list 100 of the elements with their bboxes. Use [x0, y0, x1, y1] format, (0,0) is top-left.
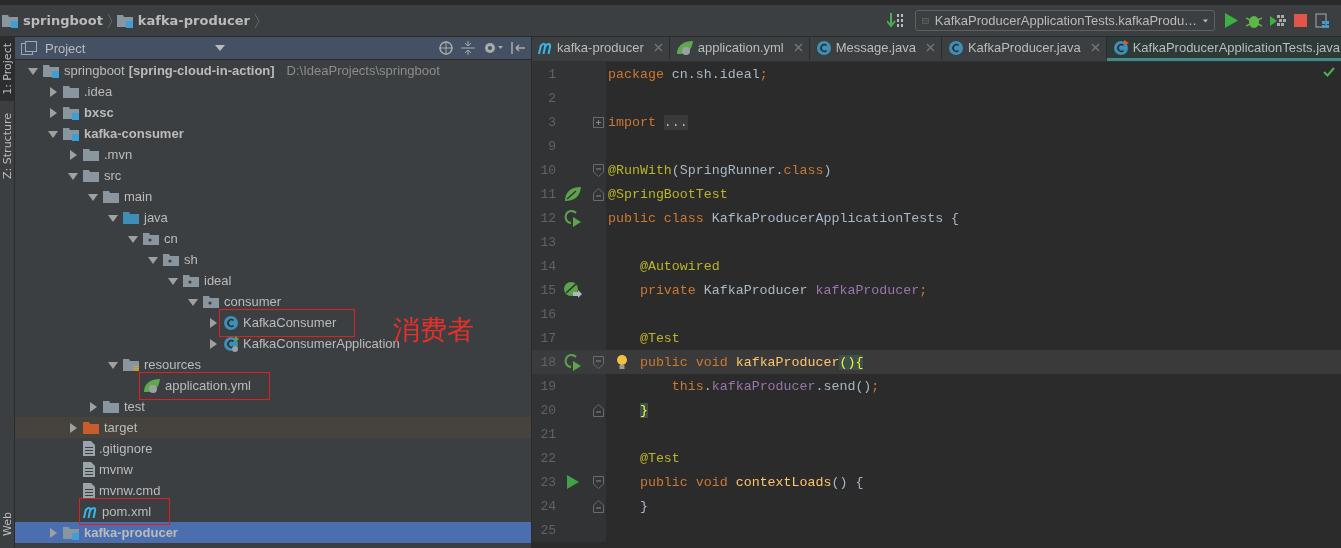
- tool-window-tab[interactable]: 1: Project: [0, 37, 14, 101]
- fold-icon[interactable]: [592, 499, 604, 513]
- collapse-arrow-icon[interactable]: [188, 296, 198, 307]
- close-icon[interactable]: [925, 43, 935, 52]
- fold-icon[interactable]: [592, 163, 604, 177]
- fold-icon[interactable]: [592, 403, 604, 417]
- collapse-arrow-icon[interactable]: [108, 359, 118, 370]
- tree-item[interactable]: src: [83, 168, 122, 183]
- code-line: @RunWith(SpringRunner.class): [608, 162, 832, 178]
- collapse-arrow-icon[interactable]: [88, 191, 98, 202]
- excluded-row[interactable]: target: [15, 417, 531, 438]
- module-folder-icon: [63, 105, 80, 120]
- editor-tab[interactable]: KafkaProducerApplicationTests.java: [1106, 37, 1341, 61]
- collapse-arrow-icon[interactable]: [68, 170, 78, 181]
- tool-window-tab[interactable]: Z: Structure: [0, 106, 14, 185]
- expand-fold-icon[interactable]: [592, 116, 604, 128]
- collapse-arrow-icon[interactable]: [128, 233, 138, 244]
- run-configuration-dropdown[interactable]: KafkaProducerApplicationTests.kafkaProdu…: [915, 10, 1215, 31]
- folder-icon: [83, 168, 100, 183]
- run-icon[interactable]: [567, 475, 579, 489]
- folder-icon: [123, 210, 140, 225]
- tree-item[interactable]: mvnw.cmd: [83, 483, 161, 498]
- expand-arrow-icon[interactable]: [48, 86, 58, 97]
- breadcrumb[interactable]: springboot: [2, 13, 103, 28]
- expand-arrow-icon[interactable]: [208, 317, 218, 328]
- tree-item[interactable]: mvnw: [83, 462, 133, 477]
- tree-item[interactable]: .idea: [63, 84, 113, 99]
- package-folder-icon: [183, 273, 200, 288]
- module-folder-icon: [116, 13, 134, 28]
- leaf-icon: [675, 39, 694, 56]
- close-icon[interactable]: [793, 43, 803, 52]
- folder-icon: [103, 189, 120, 204]
- tree-item[interactable]: resources: [123, 357, 202, 372]
- module-folder-icon: [43, 63, 60, 78]
- class-icon: [223, 314, 239, 331]
- tree-item[interactable]: consumer: [203, 294, 282, 309]
- tree-item[interactable]: main: [103, 189, 153, 204]
- expand-arrow-icon[interactable]: [208, 338, 218, 349]
- expand-arrow-icon[interactable]: [48, 107, 58, 118]
- breadcrumb[interactable]: kafka-producer: [116, 13, 250, 28]
- run-test-icon[interactable]: [563, 209, 583, 227]
- tree-item[interactable]: pom.xml: [79, 498, 171, 525]
- close-icon[interactable]: [653, 43, 663, 52]
- bean-icon[interactable]: [563, 281, 583, 299]
- close-icon[interactable]: [1090, 43, 1100, 52]
- expand-arrow-icon[interactable]: [88, 401, 98, 412]
- caret-icon[interactable]: [215, 45, 225, 51]
- code-line: public void kafkaProducer(){: [638, 354, 864, 370]
- run-test-icon[interactable]: [563, 353, 583, 371]
- lightbulb-icon[interactable]: [616, 354, 628, 370]
- collapse-arrow-icon[interactable]: [168, 275, 178, 286]
- code-line: public void contextLoads() {: [638, 474, 864, 490]
- tree-item[interactable]: sh: [163, 252, 198, 267]
- tree-item[interactable]: test: [103, 399, 145, 414]
- class-icon: [1112, 39, 1129, 56]
- fold-icon[interactable]: [592, 187, 604, 201]
- tree-item[interactable]: java: [123, 210, 168, 225]
- tree-item[interactable]: target: [83, 420, 138, 435]
- expand-arrow-icon[interactable]: [68, 422, 78, 433]
- collapse-arrow-icon[interactable]: [48, 128, 58, 139]
- collapse-arrow-icon[interactable]: [148, 254, 158, 265]
- file-icon: [83, 483, 95, 498]
- caret-icon: [1203, 17, 1208, 24]
- tree-item[interactable]: bxsc: [63, 105, 114, 120]
- package-folder-icon: [203, 294, 220, 309]
- collapse-all-icon[interactable]: [461, 41, 475, 55]
- code-line: @SpringBootTest: [608, 186, 728, 202]
- tree-item[interactable]: ideal: [183, 273, 232, 288]
- fold-icon[interactable]: [592, 355, 604, 369]
- locate-icon[interactable]: [439, 41, 453, 55]
- project-view-icon: [21, 41, 37, 55]
- chevron-icon: [106, 12, 113, 29]
- code-line: @Autowired: [638, 258, 720, 274]
- code-line: @Test: [638, 450, 680, 466]
- folder-icon: [103, 399, 120, 414]
- module-folder-icon: [2, 13, 19, 28]
- settings-icon[interactable]: [483, 41, 503, 55]
- collapse-arrow-icon[interactable]: [28, 65, 38, 76]
- tree-item[interactable]: .mvn: [83, 147, 133, 162]
- panel-title: Project: [45, 40, 87, 56]
- tree-item[interactable]: springboot [spring-cloud-in-action] D:\IdeaProjects\springboot: [43, 63, 440, 78]
- tool-window-tab[interactable]: Web: [0, 506, 14, 542]
- tree-item[interactable]: KafkaConsumer: [219, 308, 356, 337]
- leaf-icon: [143, 377, 161, 394]
- code-line: import ...: [608, 114, 688, 130]
- code-line: }: [638, 498, 648, 514]
- tree-item[interactable]: kafka-consumer: [63, 126, 184, 141]
- hide-panel-icon[interactable]: [511, 41, 525, 55]
- expand-arrow-icon[interactable]: [68, 149, 78, 160]
- collapse-arrow-icon[interactable]: [108, 212, 118, 223]
- package-folder-icon: [163, 252, 180, 267]
- tree-item[interactable]: cn: [143, 231, 178, 246]
- file-icon: [83, 462, 95, 477]
- tree-item[interactable]: application.yml: [139, 371, 270, 400]
- code-line: @Test: [638, 330, 680, 346]
- resources-folder-icon: [123, 357, 140, 372]
- fold-icon[interactable]: [592, 475, 604, 489]
- maven-icon: [538, 41, 553, 54]
- leaf-icon[interactable]: [564, 186, 582, 202]
- tree-item[interactable]: .gitignore: [83, 441, 153, 456]
